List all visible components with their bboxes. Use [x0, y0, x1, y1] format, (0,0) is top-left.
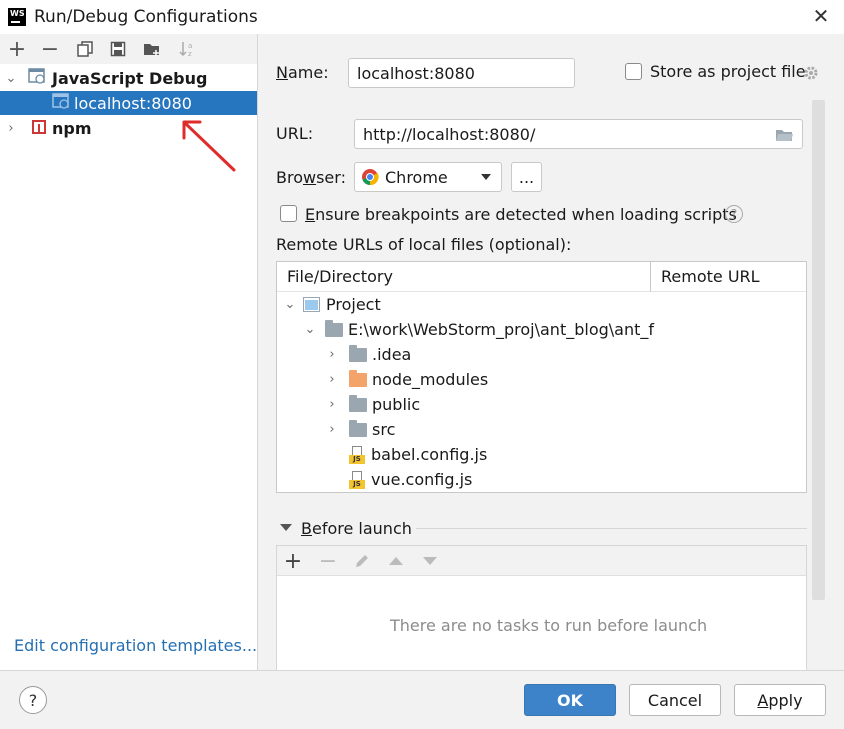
row-label: public — [372, 395, 421, 414]
ok-button[interactable]: OK — [524, 684, 616, 716]
svg-text:z: z — [188, 50, 192, 58]
browser-label: Browser: — [276, 168, 346, 187]
before-launch-title[interactable]: Before launch — [301, 519, 412, 538]
folder-icon — [349, 394, 367, 412]
row-label: Project — [326, 295, 381, 314]
window-title: Run/Debug Configurations — [34, 7, 258, 27]
browser-settings-button[interactable]: ... — [511, 162, 542, 192]
edit-templates-link[interactable]: Edit configuration templates... — [14, 636, 257, 655]
remove-icon[interactable]: − — [39, 34, 61, 64]
row-label: babel.config.js — [371, 445, 488, 464]
move-up-icon[interactable] — [385, 546, 407, 576]
tree-item-label: npm — [52, 118, 92, 138]
browser-value: Chrome — [385, 167, 448, 187]
column-header-file-directory[interactable]: File/Directory — [277, 262, 651, 292]
store-as-project-label: Store as project file — [650, 62, 806, 81]
browser-select[interactable]: Chrome — [354, 162, 502, 192]
close-icon[interactable]: ✕ — [810, 4, 832, 28]
svg-text:a: a — [188, 42, 192, 50]
ensure-breakpoints-label: Ensure breakpoints are detected when loa… — [305, 205, 737, 224]
move-down-icon[interactable] — [419, 546, 441, 576]
sort-icon[interactable]: az — [176, 34, 198, 64]
chevron-right-icon[interactable]: › — [325, 397, 339, 412]
separator — [416, 528, 807, 529]
tree-item-label: localhost:8080 — [74, 93, 192, 113]
new-folder-icon[interactable] — [141, 34, 163, 64]
collapse-triangle-icon[interactable] — [280, 524, 292, 531]
tree-item-label: JavaScript Debug — [52, 68, 208, 88]
cancel-button[interactable]: Cancel — [629, 684, 721, 716]
excluded-folder-icon — [349, 369, 367, 387]
save-icon[interactable] — [107, 34, 129, 64]
edit-pencil-icon[interactable] — [351, 546, 373, 576]
folder-icon — [349, 344, 367, 362]
gear-icon[interactable] — [802, 64, 820, 86]
chevron-down-icon[interactable]: ⌄ — [4, 71, 18, 86]
debug-config-icon — [52, 93, 70, 113]
annotation-arrow — [182, 120, 236, 172]
table-row-src[interactable]: › src — [325, 417, 395, 442]
tree-item-localhost[interactable]: localhost:8080 — [0, 91, 257, 115]
chevron-right-icon[interactable]: › — [325, 372, 339, 387]
table-row-babel-config[interactable]: JS babel.config.js — [349, 442, 487, 467]
row-label: src — [372, 420, 396, 439]
remove-icon[interactable]: − — [317, 546, 339, 576]
js-file-icon: JS — [349, 445, 365, 464]
ensure-breakpoints-checkbox[interactable] — [280, 205, 297, 222]
tree-item-javascript-debug[interactable]: ⌄ JavaScript Debug — [0, 66, 257, 90]
remote-urls-label: Remote URLs of local files (optional): — [276, 235, 572, 254]
javascript-debug-icon — [28, 68, 46, 88]
chevron-right-icon[interactable]: › — [4, 121, 18, 136]
apply-button[interactable]: Apply — [734, 684, 826, 716]
no-tasks-message: There are no tasks to run before launch — [390, 616, 708, 635]
chevron-down-icon[interactable]: ⌄ — [303, 322, 317, 337]
table-row-vue-config[interactable]: JS vue.config.js — [349, 467, 472, 492]
column-header-remote-url[interactable]: Remote URL — [651, 262, 806, 292]
project-icon — [303, 297, 320, 312]
name-label: Name: — [276, 63, 329, 82]
npm-icon — [32, 119, 46, 138]
table-row-root-folder[interactable]: ⌄ E:\work\WebStorm_proj\ant_blog\ant_f — [303, 317, 654, 342]
scrollbar[interactable] — [812, 100, 825, 600]
folder-icon — [325, 319, 343, 337]
configurations-toolbar: + − az — [0, 34, 257, 64]
js-file-icon: JS — [349, 470, 365, 489]
row-label: .idea — [372, 345, 412, 364]
help-button[interactable]: ? — [19, 686, 47, 714]
url-label: URL: — [276, 124, 314, 143]
webstorm-logo: WS — [8, 8, 26, 26]
chrome-icon — [361, 168, 379, 186]
folder-icon — [349, 419, 367, 437]
table-row-node-modules[interactable]: › node_modules — [325, 367, 488, 392]
chevron-right-icon[interactable]: › — [325, 347, 339, 362]
before-launch-toolbar: + − — [277, 546, 806, 576]
remote-urls-table: File/Directory Remote URL ⌄ Project ⌄ E:… — [276, 261, 807, 493]
store-as-project-checkbox[interactable] — [625, 63, 642, 80]
copy-icon[interactable] — [74, 34, 96, 64]
row-label: E:\work\WebStorm_proj\ant_blog\ant_f — [348, 320, 654, 339]
chevron-right-icon[interactable]: › — [325, 422, 339, 437]
help-icon[interactable]: ? — [725, 205, 743, 223]
add-icon[interactable]: + — [6, 34, 28, 64]
url-field[interactable]: http://localhost:8080/ — [354, 119, 803, 149]
table-row-idea[interactable]: › .idea — [325, 342, 411, 367]
row-label: vue.config.js — [371, 470, 473, 489]
name-field[interactable]: localhost:8080 — [348, 58, 575, 88]
chevron-down-icon[interactable]: ⌄ — [283, 297, 297, 312]
table-row-public[interactable]: › public — [325, 392, 420, 417]
dropdown-arrow-icon — [481, 174, 491, 180]
add-icon[interactable]: + — [282, 546, 304, 576]
folder-browse-icon[interactable] — [775, 127, 794, 146]
table-row-project[interactable]: ⌄ Project — [283, 292, 381, 317]
row-label: node_modules — [372, 370, 489, 389]
